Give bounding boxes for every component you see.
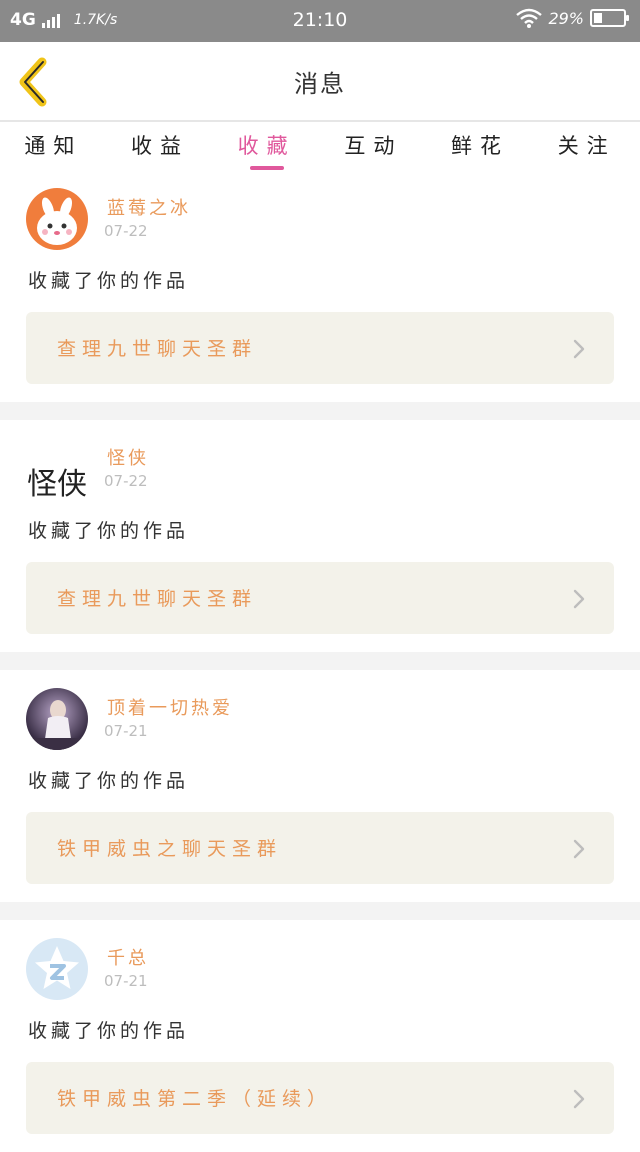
- avatar[interactable]: [26, 688, 88, 750]
- work-link[interactable]: 查理九世聊天圣群: [26, 312, 614, 384]
- work-link[interactable]: 铁甲威虫之聊天圣群: [26, 812, 614, 884]
- timestamp: 07-21: [104, 972, 148, 990]
- battery-level: [594, 13, 603, 23]
- tab-flowers[interactable]: 鲜花: [427, 122, 534, 170]
- divider: [0, 402, 640, 420]
- battery-percent: 29%: [548, 8, 584, 28]
- username[interactable]: 蓝莓之冰: [107, 194, 191, 220]
- timestamp: 07-22: [104, 472, 148, 490]
- action-text: 收藏了你的作品: [28, 1020, 190, 1042]
- timestamp: 07-21: [104, 722, 148, 740]
- notification-card: 怪侠 怪侠 07-22 收藏了你的作品查理九世聊天圣群: [0, 420, 640, 652]
- divider: [0, 902, 640, 920]
- username[interactable]: 千总: [107, 944, 149, 970]
- action-text: 收藏了你的作品: [28, 520, 190, 542]
- work-link[interactable]: 铁甲威虫第二季（延续）: [26, 1062, 614, 1134]
- status-right: 29%: [516, 8, 629, 28]
- notification-card: 蓝莓之冰 07-22 收藏了你的作品查理九世聊天圣群: [0, 170, 640, 402]
- tab-favorites[interactable]: 收藏: [213, 122, 320, 170]
- chevron-right-icon: [573, 589, 585, 609]
- chevron-right-icon: [573, 839, 585, 859]
- tab-interaction[interactable]: 互动: [320, 122, 427, 170]
- avatar[interactable]: [26, 938, 88, 1000]
- chevron-right-icon: [573, 339, 585, 359]
- tab-earnings[interactable]: 收益: [107, 122, 214, 170]
- work-title: 查理九世聊天圣群: [57, 338, 258, 360]
- action-text: 收藏了你的作品: [28, 770, 190, 792]
- notification-list: 蓝莓之冰 07-22 收藏了你的作品 查理九世聊天圣群 怪侠 怪侠 07-22 收藏了你的作品…: [0, 170, 640, 1152]
- status-bar: 4G 1.7K/s 21:10 29%: [0, 0, 640, 42]
- tab-bar: 通知 收益 收藏 互动 鲜花 关注: [0, 122, 640, 170]
- work-title: 查理九世聊天圣群: [57, 588, 258, 610]
- work-title: 铁甲威虫之聊天圣群: [57, 838, 283, 860]
- battery-icon: [590, 9, 629, 27]
- tab-notice[interactable]: 通知: [0, 122, 107, 170]
- username[interactable]: 顶着一切热爱: [107, 694, 233, 720]
- notification-card: 顶着一切热爱 07-21 收藏了你的作品铁甲威虫之聊天圣群: [0, 670, 640, 902]
- avatar[interactable]: [26, 188, 88, 250]
- page-title: 消息: [294, 70, 346, 98]
- avatar[interactable]: 怪侠: [26, 450, 88, 512]
- tab-follow[interactable]: 关注: [533, 122, 640, 170]
- work-title: 铁甲威虫第二季（延续）: [57, 1088, 333, 1110]
- wifi-icon: [516, 8, 543, 28]
- top-bar: 消息: [0, 42, 640, 122]
- work-link[interactable]: 查理九世聊天圣群: [26, 562, 614, 634]
- username[interactable]: 怪侠: [107, 444, 149, 470]
- notification-card: 千总 07-21 收藏了你的作品铁甲威虫第二季（延续）: [0, 920, 640, 1152]
- divider: [0, 652, 640, 670]
- timestamp: 07-22: [104, 222, 148, 240]
- chevron-right-icon: [573, 1089, 585, 1109]
- action-text: 收藏了你的作品: [28, 270, 190, 292]
